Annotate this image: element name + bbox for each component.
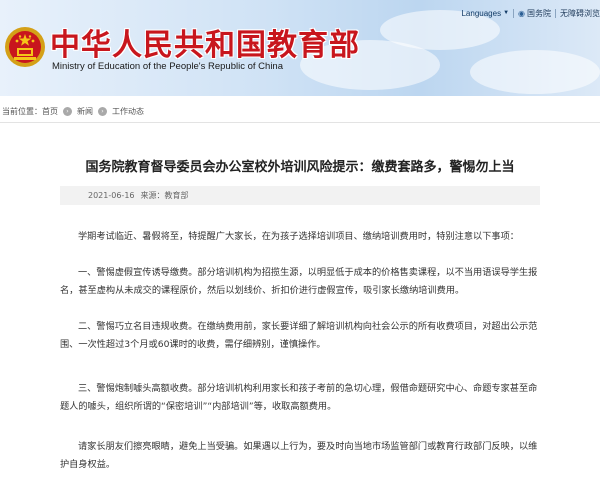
top-links: Languages ▼ ◉ 国务院 无障碍浏览: [461, 6, 600, 20]
paragraph-text: 一、警惕虚假宣传诱导缴费。部分培训机构为招揽生源，以明显低于成本的价格售卖课程，…: [60, 267, 538, 296]
header-cloud-decoration: [470, 50, 600, 94]
divider: [513, 8, 515, 18]
article-paragraph: 二、警惕巧立名目违规收费。在缴纳费用前，家长要详细了解培训机构向社会公示的所有收…: [60, 318, 544, 354]
article-source: 来源：教育部: [140, 191, 189, 200]
breadcrumb: 当前位置： 首页 › 新闻 › 工作动态: [0, 104, 600, 118]
article-paragraph: 三、警惕炮制噱头高额收费。部分培训机构利用家长和孩子考前的急切心理，假借命题研究…: [60, 380, 544, 416]
paragraph-text: 二、警惕巧立名目违规收费。在缴纳费用前，家长要详细了解培训机构向社会公示的所有收…: [60, 321, 538, 350]
breadcrumb-prefix: 当前位置：: [2, 106, 42, 116]
article-meta: 2021-06-16 来源：教育部: [60, 186, 540, 205]
article-paragraph: 一、警惕虚假宣传诱导缴费。部分培训机构为招揽生源，以明显低于成本的价格售卖课程，…: [60, 264, 544, 300]
site-header: 中华人民共和国教育部 Ministry of Education of the …: [0, 0, 600, 96]
languages-label: Languages: [461, 8, 502, 18]
site-subtitle: Ministry of Education of the People's Re…: [52, 61, 283, 72]
paragraph-text: 学期考试临近、暑假将至，特提醒广大家长，在为孩子选择培训项目、缴纳培训费用时，特…: [78, 231, 519, 242]
globe-icon: ◉: [518, 8, 525, 18]
chevron-right-icon: ›: [98, 106, 107, 116]
national-emblem-icon[interactable]: [4, 26, 46, 68]
divider: [555, 8, 556, 18]
accessibility-link[interactable]: 无障碍浏览: [560, 8, 600, 19]
chevron-down-icon: ▼: [503, 10, 510, 16]
gov-link-label: 国务院: [527, 8, 551, 18]
article-date: 2021-06-16: [88, 191, 135, 200]
breadcrumb-divider: [0, 122, 600, 123]
paragraph-text: 请家长朋友们擦亮眼睛，避免上当受骗。如果遇以上行为，要及时向当地市场监管部门或教…: [60, 441, 538, 470]
gov-link[interactable]: ◉ 国务院: [518, 8, 551, 19]
article-title: 国务院教育督导委员会办公室校外培训风险提示：缴费套路多，警惕勿上当: [85, 160, 515, 175]
breadcrumb-item-home[interactable]: 首页: [42, 106, 58, 117]
site-title[interactable]: 中华人民共和国教育部: [50, 20, 360, 64]
chevron-right-icon: ›: [63, 106, 72, 116]
languages-dropdown[interactable]: Languages ▼: [461, 9, 509, 18]
article-paragraph: 学期考试临近、暑假将至，特提醒广大家长，在为孩子选择培训项目、缴纳培训费用时，特…: [60, 228, 544, 246]
paragraph-text: 三、警惕炮制噱头高额收费。部分培训机构利用家长和孩子考前的急切心理，假借命题研究…: [60, 383, 538, 412]
article-paragraph: 请家长朋友们擦亮眼睛，避免上当受骗。如果遇以上行为，要及时向当地市场监管部门或教…: [60, 438, 544, 474]
breadcrumb-item-news[interactable]: 新闻: [77, 106, 93, 117]
breadcrumb-item-work-news[interactable]: 工作动态: [112, 106, 144, 117]
